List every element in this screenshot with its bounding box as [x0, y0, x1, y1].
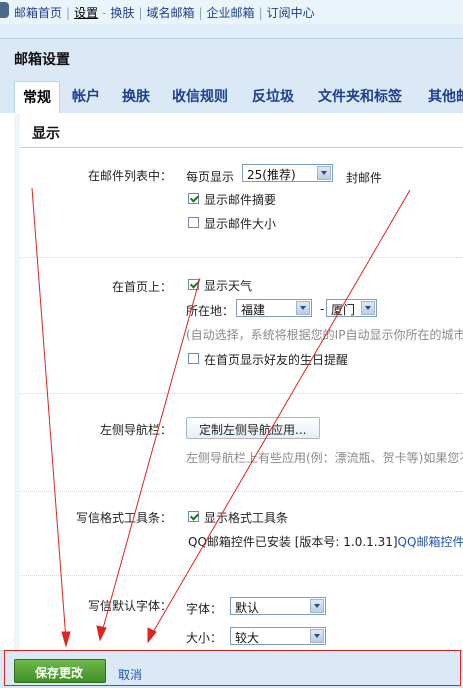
panel-header: 邮箱设置 [0, 39, 463, 73]
settings-tabs: 常规 帐户 换肤 收信规则 反垃圾 文件夹和标签 其他邮 [0, 73, 463, 113]
nav-separator: | [198, 6, 203, 20]
nav-link-subscription[interactable]: 订阅中心 [267, 4, 315, 21]
province-value: 福建 [241, 303, 266, 317]
nav-link-skin[interactable]: 换肤 [110, 4, 134, 21]
leftnav-hint: 左侧导航栏上有些应用(例：漂流瓶、贺卡等)如果您不 [186, 451, 463, 465]
display-section: 显示 在邮件列表中： 每页显示 25(推荐) 封邮件 显示邮件摘要 显示邮件大小… [20, 113, 463, 688]
settings-panel: 邮箱设置 常规 帐户 换肤 收信规则 反垃圾 文件夹和标签 其他邮 显示 在邮件… [0, 38, 463, 688]
section-title: 显示 [32, 126, 60, 142]
show-toolbar-checkbox[interactable] [188, 511, 199, 522]
annotation-highlight-box [4, 650, 461, 686]
default-font-label: 写信默认字体： [88, 599, 173, 613]
show-size-checkbox[interactable] [188, 217, 199, 228]
show-summary-label: 显示邮件摘要 [204, 193, 277, 207]
per-page-select[interactable]: 25(推荐) [242, 164, 333, 182]
chevron-down-icon [296, 301, 310, 315]
customize-leftnav-button[interactable]: 定制左侧导航应用... [186, 417, 320, 439]
chevron-down-icon [361, 301, 375, 315]
top-nav: 邮箱首页 | 设置 - 换肤 | 域名邮箱 | 企业邮箱 | 订阅中心 [0, 0, 463, 24]
nav-separator: | [138, 6, 143, 20]
row-divider [20, 393, 463, 394]
homepage-label: 在首页上： [112, 280, 173, 294]
nav-separator: | [66, 6, 71, 20]
font-value: 默认 [235, 601, 260, 615]
size-select[interactable]: 较大 [230, 627, 326, 645]
section-divider [20, 147, 463, 148]
city-select[interactable]: 厦门 [326, 299, 377, 317]
show-size-label: 显示邮件大小 [204, 217, 277, 231]
location-label: 所在地： [186, 304, 235, 318]
page-title: 邮箱设置 [14, 52, 70, 68]
tab-other[interactable]: 其他邮 [428, 86, 463, 106]
tab-general[interactable]: 常规 [14, 81, 60, 113]
chevron-down-icon [317, 166, 331, 180]
tab-account[interactable]: 帐户 [72, 86, 100, 106]
leftnav-label: 左侧导航栏： [100, 423, 173, 437]
show-summary-checkbox[interactable] [188, 193, 199, 204]
plugin-link[interactable]: QQ邮箱控件 [398, 535, 463, 549]
customize-leftnav-button-label: 定制左侧导航应用... [199, 423, 307, 437]
chevron-down-icon [310, 599, 324, 613]
size-value: 较大 [235, 631, 260, 645]
nav-link-domain-mail[interactable]: 域名邮箱 [146, 4, 194, 21]
nav-link-enterprise-mail[interactable]: 企业邮箱 [207, 4, 255, 21]
tab-folders-labels[interactable]: 文件夹和标签 [318, 86, 402, 106]
birthday-checkbox[interactable] [188, 353, 199, 364]
size-label: 大小： [186, 631, 223, 645]
row-divider [20, 257, 463, 258]
province-select[interactable]: 福建 [236, 299, 312, 317]
row-divider [20, 575, 463, 576]
font-label: 字体： [186, 602, 223, 616]
nav-link-home[interactable]: 邮箱首页 [14, 4, 62, 21]
row-divider [20, 491, 463, 492]
top-nav-links: 邮箱首页 | 设置 - 换肤 | 域名邮箱 | 企业邮箱 | 订阅中心 [14, 4, 315, 21]
plugin-installed-text: QQ邮箱控件已安装 [版本号: 1.0.1.31]QQ邮箱控件 [188, 533, 463, 550]
tab-mail-rules[interactable]: 收信规则 [172, 86, 228, 106]
font-select[interactable]: 默认 [230, 597, 326, 615]
location-dash: - [320, 302, 325, 316]
location-hint: (自动选择，系统将根据您的IP自动显示你所在的城市 [186, 328, 463, 342]
city-value: 厦门 [331, 303, 356, 317]
per-page-prefix: 每页显示 [186, 170, 235, 184]
show-weather-checkbox[interactable] [188, 279, 199, 290]
tab-anti-spam[interactable]: 反垃圾 [252, 86, 294, 106]
show-toolbar-label: 显示格式工具条 [204, 511, 289, 525]
tab-skin[interactable]: 换肤 [122, 86, 150, 106]
mail-list-label: 在邮件列表中： [88, 169, 173, 183]
settings-content: 显示 在邮件列表中： 每页显示 25(推荐) 封邮件 显示邮件摘要 显示邮件大小… [14, 113, 463, 688]
birthday-label: 在首页显示好友的生日提醒 [204, 353, 349, 367]
per-page-value: 25(推荐) [247, 168, 296, 182]
nav-link-settings[interactable]: 设置 [74, 4, 98, 21]
logo-icon [0, 2, 9, 18]
per-page-suffix: 封邮件 [346, 171, 383, 185]
chevron-down-icon [310, 629, 324, 643]
nav-separator: - [102, 6, 107, 20]
format-toolbar-label: 写信格式工具条： [76, 511, 173, 525]
nav-separator: | [258, 6, 263, 20]
show-weather-label: 显示天气 [204, 279, 253, 293]
plugin-version: QQ邮箱控件已安装 [版本号: 1.0.1.31] [188, 535, 398, 549]
